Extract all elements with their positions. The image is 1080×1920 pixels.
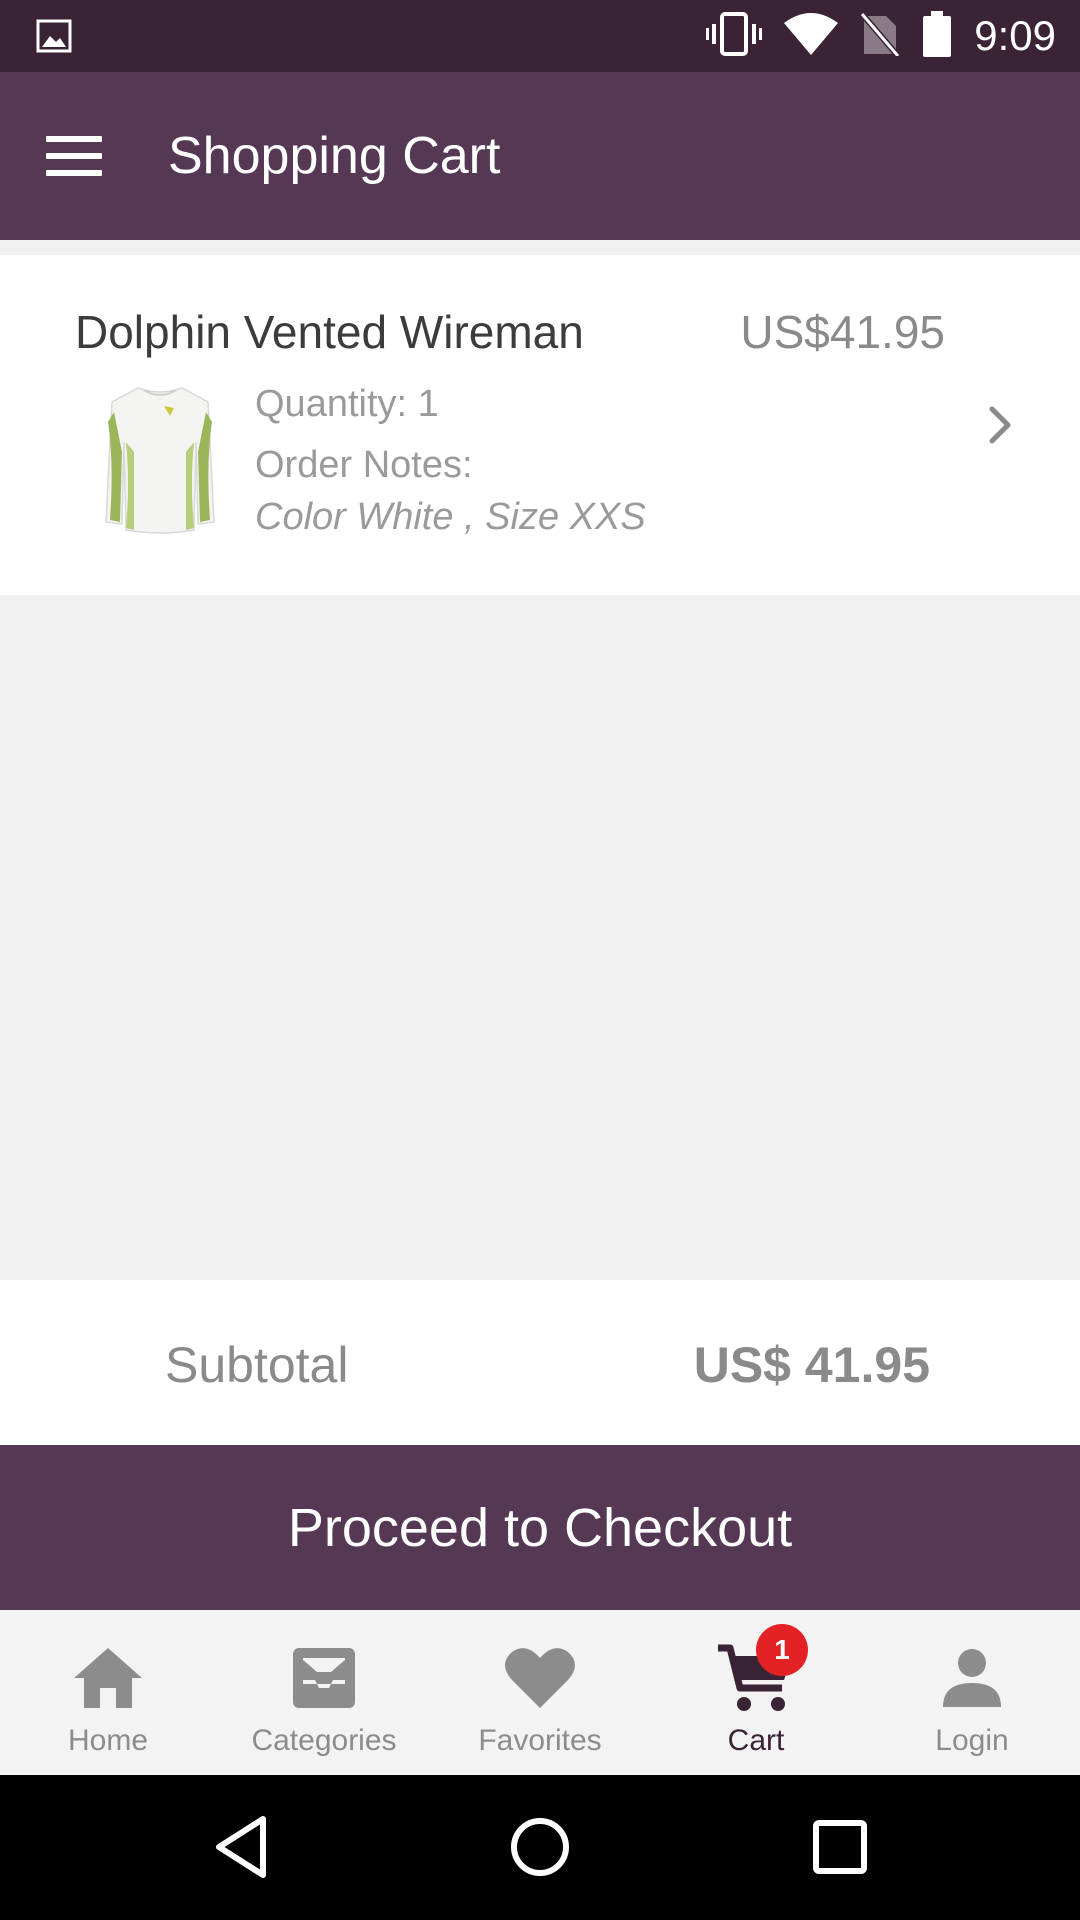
no-sim-icon xyxy=(859,11,901,61)
page-title: Shopping Cart xyxy=(168,127,501,185)
cart-badge: 1 xyxy=(756,1624,808,1676)
vibrate-icon xyxy=(706,11,763,61)
nav-favorites-label: Favorites xyxy=(478,1724,602,1757)
nav-categories[interactable]: Categories xyxy=(216,1610,432,1775)
nav-cart[interactable]: 1 Cart xyxy=(648,1610,864,1775)
nav-home[interactable]: Home xyxy=(0,1610,216,1775)
nav-categories-label: Categories xyxy=(251,1724,397,1757)
order-notes-label: Order Notes: xyxy=(255,444,473,486)
wifi-icon xyxy=(784,12,839,60)
checkout-button[interactable]: Proceed to Checkout xyxy=(0,1445,1080,1610)
app-bar: Shopping Cart xyxy=(0,72,1080,240)
nav-home-label: Home xyxy=(67,1724,149,1757)
system-nav-bar xyxy=(0,1775,1080,1920)
heart-icon xyxy=(504,1638,576,1718)
menu-button[interactable] xyxy=(0,72,168,240)
recents-icon[interactable] xyxy=(804,1811,876,1883)
categories-icon xyxy=(291,1638,357,1718)
subtotal-label: Subtotal xyxy=(165,1337,349,1393)
nav-login[interactable]: Login xyxy=(864,1610,1080,1775)
item-price: US$41.95 xyxy=(740,306,945,358)
home-icon xyxy=(72,1638,144,1718)
bottom-nav: Home Categories Favorites 1 Cart Login xyxy=(0,1610,1080,1775)
home-circle-icon[interactable] xyxy=(504,1811,576,1883)
item-quantity: Quantity: 1 xyxy=(255,383,439,425)
order-notes: Color White , Size XXS xyxy=(255,496,646,538)
battery-icon xyxy=(922,10,952,62)
person-icon xyxy=(941,1638,1003,1718)
subtotal-value: US$ 41.95 xyxy=(693,1337,930,1393)
nav-login-label: Login xyxy=(935,1724,1009,1757)
back-icon[interactable] xyxy=(205,1811,277,1883)
status-bar: 9:09 xyxy=(0,0,1080,72)
nav-favorites[interactable]: Favorites xyxy=(432,1610,648,1775)
chevron-right-icon[interactable] xyxy=(970,395,1030,455)
nav-cart-label: Cart xyxy=(727,1724,785,1757)
hamburger-icon xyxy=(46,136,102,176)
status-time: 9:09 xyxy=(974,12,1056,59)
product-thumbnail xyxy=(100,382,220,537)
item-name: Dolphin Vented Wireman xyxy=(75,306,584,358)
gallery-notification-icon xyxy=(36,18,72,59)
